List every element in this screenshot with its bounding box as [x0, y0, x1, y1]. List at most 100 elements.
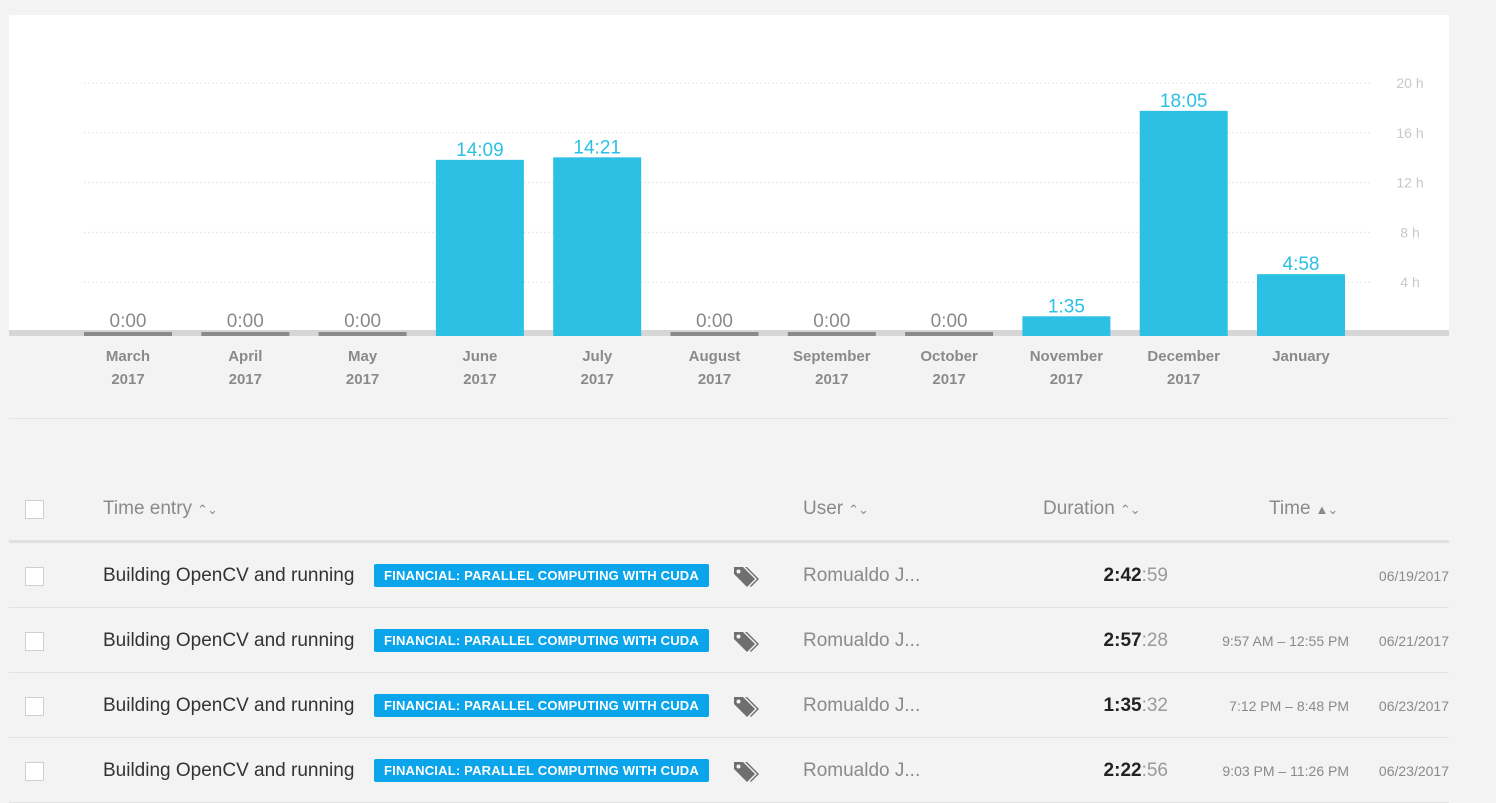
- entry-date[interactable]: 06/23/2017: [1379, 763, 1449, 779]
- time-range[interactable]: 9:57 AM – 12:55 PM: [1222, 633, 1349, 649]
- tag-icon[interactable]: [731, 694, 759, 718]
- entry-date[interactable]: 06/21/2017: [1379, 633, 1449, 649]
- col-duration-header[interactable]: Duration ⌃⌄: [1043, 498, 1141, 520]
- time-entry-row[interactable]: Building OpenCV and running FINANCIAL: P…: [9, 608, 1449, 673]
- x-tick-year-label: 2017: [1050, 371, 1083, 388]
- bar: [1257, 274, 1345, 336]
- x-tick-year-label: 2017: [111, 371, 144, 388]
- y-tick-label: 4 h: [1400, 274, 1419, 290]
- col-time-label: Time: [1269, 498, 1311, 519]
- bar-value-label: 4:58: [1283, 254, 1320, 275]
- bar-value-label: 0:00: [227, 311, 264, 332]
- project-badge[interactable]: FINANCIAL: PARALLEL COMPUTING WITH CUDA: [374, 759, 709, 782]
- project-badge[interactable]: FINANCIAL: PARALLEL COMPUTING WITH CUDA: [374, 694, 709, 717]
- user-name: Romualdo J...: [803, 565, 921, 586]
- entry-duration[interactable]: 1:35:32: [1104, 695, 1168, 717]
- duration-hours-minutes: 2:42: [1103, 565, 1142, 586]
- bar: [1139, 110, 1228, 336]
- x-tick-month-label: March: [106, 348, 150, 365]
- bar: [905, 332, 994, 336]
- sort-toggle-icon[interactable]: ⌃⌄: [197, 502, 218, 517]
- x-tick-year-label: 2017: [581, 371, 614, 388]
- bar-value-label: 0:00: [813, 311, 850, 332]
- bar: [84, 332, 172, 336]
- x-tick-year-label: 2017: [932, 371, 965, 388]
- col-user-label: User: [803, 498, 844, 519]
- bar: [318, 332, 407, 336]
- row-checkbox[interactable]: [25, 762, 44, 781]
- time-entry-row[interactable]: Building OpenCV and running FINANCIAL: P…: [9, 673, 1449, 738]
- user-name: Romualdo J...: [803, 760, 921, 781]
- bar-value-label: 14:09: [456, 140, 504, 161]
- duration-hours-minutes: 2:57: [1103, 630, 1142, 651]
- bar: [553, 157, 642, 336]
- bar-value-label: 18:05: [1160, 91, 1208, 112]
- time-range[interactable]: 7:12 PM – 8:48 PM: [1229, 698, 1349, 714]
- col-duration-label: Duration: [1043, 498, 1115, 519]
- col-user-header[interactable]: User ⌃⌄: [803, 498, 869, 520]
- x-tick-month-label: October: [920, 348, 978, 365]
- y-tick-label: 12 h: [1396, 175, 1423, 191]
- select-all-checkbox[interactable]: [25, 500, 44, 519]
- x-tick-month-label: September: [793, 348, 871, 365]
- tag-icon[interactable]: [731, 564, 759, 588]
- time-entry-description[interactable]: Building OpenCV and running: [103, 695, 354, 717]
- bar-value-label: 0:00: [696, 311, 733, 332]
- duration-hours-minutes: 1:35: [1103, 695, 1142, 716]
- project-badge[interactable]: FINANCIAL: PARALLEL COMPUTING WITH CUDA: [374, 629, 709, 652]
- entry-duration[interactable]: 2:57:28: [1104, 630, 1168, 652]
- entry-date[interactable]: 06/19/2017: [1379, 568, 1449, 584]
- table-header: Time entry ⌃⌄ User ⌃⌄ Duration ⌃⌄ Time ▲⌄: [9, 478, 1449, 543]
- x-tick-year-label: 2017: [815, 371, 848, 388]
- duration-hours-minutes: 2:22: [1103, 760, 1142, 781]
- tag-icon[interactable]: [731, 629, 759, 653]
- bar-value-label: 1:35: [1048, 296, 1085, 317]
- bar: [435, 159, 524, 336]
- y-tick-label: 16 h: [1396, 125, 1423, 141]
- tag-icon[interactable]: [731, 759, 759, 783]
- bar-value-label: 0:00: [931, 311, 968, 332]
- x-tick-month-label: November: [1030, 348, 1104, 365]
- monthly-hours-bar-chart: 4 h 8 h 12 h 16 h 20 h 0:00 March 2017 0:00 April…: [84, 75, 1424, 388]
- sort-ascending-icon[interactable]: ▲⌄: [1316, 502, 1339, 517]
- x-tick-month-label: April: [228, 348, 262, 365]
- x-tick-year-label: 2017: [346, 371, 379, 388]
- time-entry-row[interactable]: Building OpenCV and running FINANCIAL: P…: [9, 543, 1449, 608]
- sort-toggle-icon[interactable]: ⌃⌄: [848, 502, 869, 517]
- x-tick-month-label: January: [1272, 348, 1330, 365]
- duration-seconds: :32: [1141, 695, 1168, 716]
- entry-duration[interactable]: 2:22:56: [1104, 760, 1168, 782]
- time-entry-description[interactable]: Building OpenCV and running: [103, 565, 354, 587]
- table-body: Building OpenCV and running FINANCIAL: P…: [9, 543, 1449, 803]
- bar: [670, 332, 759, 336]
- time-range[interactable]: 9:03 PM – 11:26 PM: [1222, 763, 1349, 779]
- duration-seconds: :56: [1141, 760, 1168, 781]
- sort-toggle-icon[interactable]: ⌃⌄: [1120, 502, 1141, 517]
- user-name: Romualdo J...: [803, 695, 921, 716]
- x-tick-month-label: December: [1147, 348, 1220, 365]
- col-time-entry-header[interactable]: Time entry ⌃⌄: [103, 498, 218, 520]
- time-entry-description[interactable]: Building OpenCV and running: [103, 630, 354, 652]
- x-tick-month-label: June: [462, 348, 497, 365]
- time-entries-table: Time entry ⌃⌄ User ⌃⌄ Duration ⌃⌄ Time ▲⌄ Bu…: [9, 478, 1449, 803]
- duration-seconds: :59: [1141, 565, 1168, 586]
- x-tick-month-label: July: [582, 348, 613, 365]
- bar: [201, 332, 290, 336]
- entry-duration[interactable]: 2:42:59: [1104, 565, 1168, 587]
- bar-value-label: 0:00: [110, 311, 147, 332]
- bar-value-label: 0:00: [344, 311, 381, 332]
- y-tick-label: 20 h: [1396, 75, 1423, 91]
- col-time-header[interactable]: Time ▲⌄: [1269, 498, 1339, 520]
- project-badge[interactable]: FINANCIAL: PARALLEL COMPUTING WITH CUDA: [374, 564, 709, 587]
- col-time-entry-label: Time entry: [103, 498, 193, 519]
- row-checkbox[interactable]: [25, 697, 44, 716]
- x-tick-year-label: 2017: [1167, 371, 1200, 388]
- row-checkbox[interactable]: [25, 567, 44, 586]
- entry-date[interactable]: 06/23/2017: [1379, 698, 1449, 714]
- time-entry-description[interactable]: Building OpenCV and running: [103, 760, 354, 782]
- row-checkbox[interactable]: [25, 632, 44, 651]
- x-tick-year-label: 2017: [698, 371, 731, 388]
- time-entry-row[interactable]: Building OpenCV and running FINANCIAL: P…: [9, 738, 1449, 803]
- y-tick-label: 8 h: [1400, 224, 1419, 240]
- section-divider: [9, 418, 1449, 419]
